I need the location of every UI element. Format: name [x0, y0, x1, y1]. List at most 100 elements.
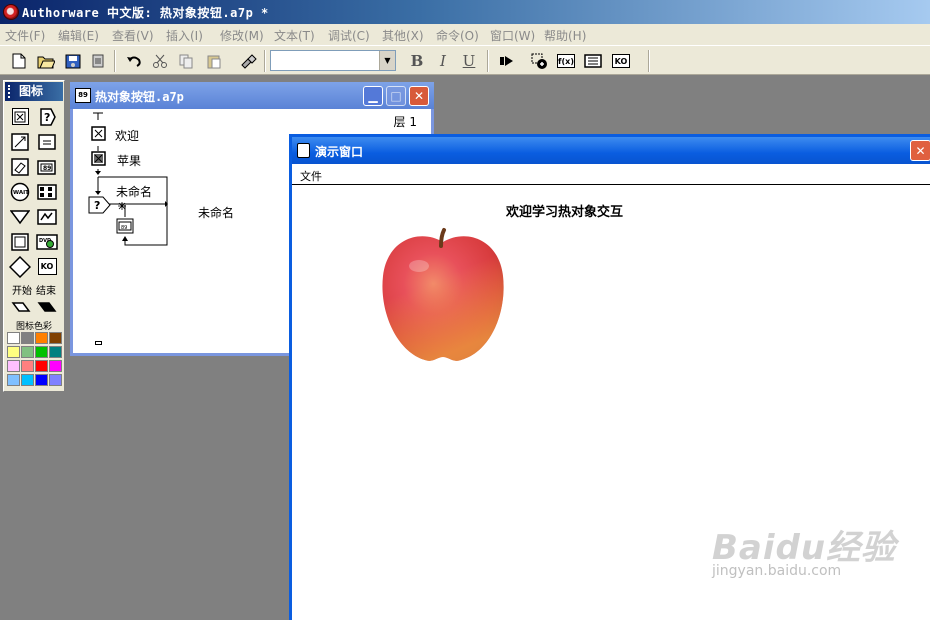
import-icon[interactable] [87, 50, 109, 72]
find-icon[interactable] [238, 50, 260, 72]
erase-icon[interactable] [9, 156, 31, 177]
icon-label-apple[interactable]: 苹果 [117, 152, 141, 169]
wait-label: WAIT [13, 190, 29, 196]
menu-other[interactable]: 其他(X) [382, 27, 424, 44]
color-swatch[interactable] [7, 346, 20, 358]
motion-icon[interactable] [9, 131, 31, 152]
presentation-menu-bar: 文件 [292, 164, 930, 185]
menu-view[interactable]: 查看(V) [112, 27, 154, 44]
color-swatch[interactable] [49, 346, 62, 358]
italic-button[interactable]: I [432, 50, 454, 72]
icon-label-branch[interactable]: 未命名 [198, 204, 234, 221]
start-flag-icon[interactable] [10, 295, 32, 316]
toolbar-separator [487, 50, 489, 72]
open-folder-icon[interactable] [35, 50, 57, 72]
authorware-logo-icon [3, 4, 19, 20]
color-swatch[interactable] [49, 374, 62, 386]
toolbar-separator [114, 50, 116, 72]
navigate-icon[interactable] [9, 206, 31, 227]
variables-icon[interactable] [582, 50, 604, 72]
font-combo-box[interactable]: ▼ [270, 50, 396, 71]
end-flag-icon[interactable] [36, 295, 58, 316]
map-icon-branch[interactable]: 89 [116, 218, 134, 237]
menu-insert[interactable]: 插入(I) [166, 27, 203, 44]
color-swatch[interactable] [7, 332, 20, 344]
paste-icon[interactable] [203, 50, 225, 72]
calculation-icon[interactable] [36, 131, 58, 152]
svg-text:89: 89 [121, 225, 127, 231]
menu-file[interactable]: 文件(F) [5, 27, 45, 44]
control-panel-icon[interactable] [528, 50, 550, 72]
menu-command[interactable]: 命令(O) [436, 27, 479, 44]
knowledge-object-icon[interactable]: KO [36, 256, 58, 277]
dvd-icon[interactable]: DVD [36, 231, 58, 252]
interaction-icon-flow[interactable]: ? [88, 194, 112, 219]
cut-icon[interactable] [149, 50, 171, 72]
presentation-menu-file[interactable]: 文件 [300, 168, 322, 184]
copy-icon[interactable] [175, 50, 197, 72]
icon-label-welcome[interactable]: 欢迎 [115, 127, 139, 144]
presentation-title: 演示窗口 [315, 145, 364, 159]
save-icon[interactable] [62, 50, 84, 72]
display-icon-welcome[interactable] [91, 126, 107, 145]
toolbar-separator [648, 50, 650, 72]
color-swatch[interactable] [35, 360, 48, 372]
functions-icon[interactable]: f(x) [555, 50, 577, 72]
hot-object-response-icon[interactable] [118, 199, 126, 213]
restart-icon[interactable] [496, 50, 518, 72]
menu-window[interactable]: 窗口(W) [490, 27, 535, 44]
display-icon[interactable] [9, 106, 31, 127]
watermark-brand: Baidu经验 [712, 528, 897, 568]
framework-icon[interactable] [9, 231, 31, 252]
color-swatch[interactable] [49, 360, 62, 372]
menu-debug[interactable]: 调试(C) [328, 27, 370, 44]
svg-text:89: 89 [43, 165, 51, 172]
digital-movie-icon[interactable] [36, 181, 58, 202]
icon-color-label: 图标色彩 [16, 322, 53, 332]
wait-icon[interactable]: WAIT [9, 181, 31, 202]
icon-label-interaction[interactable]: 未命名 [116, 183, 152, 200]
map-icon[interactable]: 89 [36, 156, 58, 177]
toolbar-separator [264, 50, 266, 72]
menu-edit[interactable]: 编辑(E) [58, 27, 99, 44]
decision-icon[interactable]: ? [36, 106, 58, 127]
icon-palette-title: 图标 [19, 84, 44, 98]
svg-text:?: ? [94, 199, 100, 212]
color-swatch[interactable] [21, 360, 34, 372]
app-title-bar: Authorware 中文版: 热对象按钮.a7p * [0, 0, 930, 24]
sound-icon[interactable] [36, 206, 58, 227]
color-swatch[interactable] [49, 332, 62, 344]
color-swatch[interactable] [35, 346, 48, 358]
flowchart-title-bar[interactable]: 89 热对象按钮.a7p ▁ □ ✕ [70, 82, 434, 109]
knowledge-objects-icon[interactable]: KO [610, 50, 632, 72]
bold-button[interactable]: B [406, 50, 428, 72]
minimize-button[interactable]: ▁ [363, 86, 383, 106]
color-swatch[interactable] [21, 346, 34, 358]
design-window-icon: 89 [75, 88, 91, 103]
menu-help[interactable]: 帮助(H) [544, 27, 586, 44]
display-icon-apple[interactable] [91, 151, 107, 170]
close-button[interactable]: ✕ [910, 140, 930, 161]
app-title: Authorware 中文版: 热对象按钮.a7p * [22, 6, 269, 20]
svg-text:?: ? [44, 111, 50, 124]
menu-text[interactable]: 文本(T) [274, 27, 315, 44]
maximize-button[interactable]: □ [386, 86, 406, 106]
color-swatch[interactable] [35, 332, 48, 344]
color-swatch[interactable] [7, 360, 20, 372]
underline-button[interactable]: U [458, 50, 480, 72]
color-swatch[interactable] [35, 374, 48, 386]
menu-modify[interactable]: 修改(M) [220, 27, 264, 44]
close-button[interactable]: ✕ [409, 86, 429, 106]
presentation-window-icon [297, 143, 310, 158]
flow-arrow-icon [95, 171, 101, 175]
dropdown-arrow-icon[interactable]: ▼ [379, 51, 395, 70]
color-swatch[interactable] [21, 374, 34, 386]
apple-image[interactable] [379, 226, 507, 367]
interaction-icon[interactable] [9, 255, 31, 278]
color-swatch[interactable] [21, 332, 34, 344]
presentation-title-bar[interactable]: 演示窗口 ✕ [292, 137, 930, 164]
icon-palette-header[interactable]: 图标 [5, 82, 63, 101]
new-file-icon[interactable] [8, 50, 30, 72]
undo-icon[interactable] [123, 50, 145, 72]
color-swatch[interactable] [7, 374, 20, 386]
